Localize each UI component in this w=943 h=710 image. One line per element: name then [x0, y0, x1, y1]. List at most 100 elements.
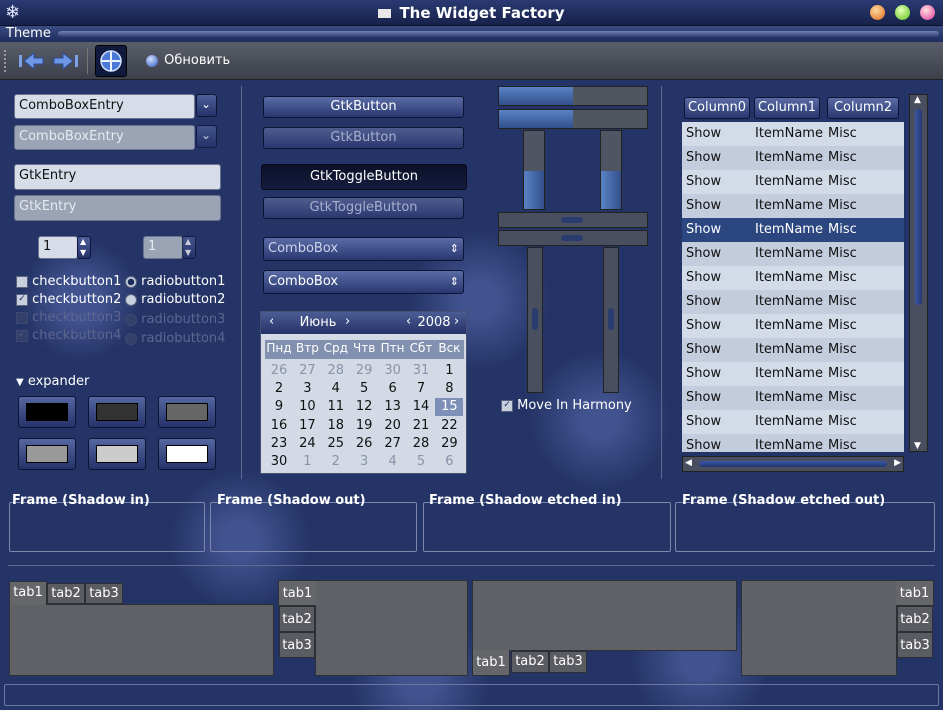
hscrollbar-2-thumb[interactable] [561, 235, 583, 241]
notebook-bottom-tab3[interactable]: tab3 [549, 651, 587, 673]
calendar-day[interactable]: 1 [293, 453, 321, 471]
tree-view[interactable]: Show ItemName Misc Show ItemName Misc Show Item… [682, 122, 904, 452]
calendar-day[interactable]: 29 [435, 435, 463, 453]
column-header-2[interactable]: Column2 [827, 97, 899, 119]
tree-vscrollbar-thumb[interactable] [915, 109, 922, 305]
home-button[interactable] [95, 45, 127, 77]
radiobutton1[interactable]: radiobutton1 [125, 274, 225, 289]
gtk-entry-1[interactable]: GtkEntry [14, 164, 221, 190]
calendar-day[interactable]: 18 [322, 417, 350, 435]
calendar-day[interactable]: 22 [435, 417, 463, 435]
vscrollbar-2-thumb[interactable] [608, 308, 614, 330]
calendar-day[interactable]: 4 [322, 380, 350, 398]
color-button-1[interactable] [18, 396, 76, 428]
calendar-day[interactable]: 3 [350, 453, 378, 471]
tree-row[interactable]: Show ItemName Misc [682, 122, 904, 146]
gtk-toggle-button[interactable]: GtkToggleButton [261, 164, 467, 190]
color-button-2[interactable] [88, 396, 146, 428]
calendar-day[interactable]: 17 [293, 417, 321, 435]
calendar-day[interactable]: 27 [293, 362, 321, 380]
calendar-day[interactable]: 16 [265, 417, 293, 435]
vscale-1[interactable] [523, 130, 545, 210]
calendar-day[interactable]: 25 [322, 435, 350, 453]
notebook-left-tab2[interactable]: tab2 [279, 606, 315, 632]
calendar-day[interactable]: 6 [435, 453, 463, 471]
calendar-day[interactable]: 2 [322, 453, 350, 471]
back-button[interactable] [16, 47, 48, 75]
hscrollbar-2[interactable] [498, 230, 648, 246]
combo-box-1[interactable]: ComboBox ⇕ [263, 237, 464, 261]
hscale-2[interactable] [498, 109, 648, 129]
tree-row[interactable]: Show ItemName Misc [682, 266, 904, 290]
toolbar-grip[interactable] [4, 50, 7, 72]
color-button-4[interactable] [18, 438, 76, 470]
checkbutton2[interactable]: ✓ checkbutton2 [16, 292, 121, 307]
move-in-harmony-check[interactable]: ✓ Move In Harmony [501, 398, 632, 413]
calendar-day[interactable]: 12 [350, 398, 378, 416]
notebook-left-tab1[interactable]: tab1 [278, 580, 316, 606]
calendar-day[interactable]: 11 [322, 398, 350, 416]
calendar-day[interactable]: 1 [435, 362, 463, 380]
tree-row[interactable]: Show ItemName Misc [682, 434, 904, 452]
calendar-day[interactable]: 27 [379, 435, 407, 453]
tree-row[interactable]: Show ItemName Misc [682, 314, 904, 338]
tree-row[interactable]: Show ItemName Misc [682, 218, 904, 242]
vscrollbar-2[interactable] [603, 247, 619, 393]
tree-row[interactable]: Show ItemName Misc [682, 362, 904, 386]
tree-row[interactable]: Show ItemName Misc [682, 290, 904, 314]
calendar-day[interactable]: 2 [265, 380, 293, 398]
calendar-day[interactable]: 26 [265, 362, 293, 380]
scroll-right-icon[interactable]: ▶ [894, 458, 901, 468]
checkbutton1[interactable]: checkbutton1 [16, 274, 121, 289]
vscrollbar-1[interactable] [527, 247, 543, 393]
calendar-day[interactable]: 28 [322, 362, 350, 380]
calendar-day[interactable]: 23 [265, 435, 293, 453]
scroll-up-icon[interactable]: ▲ [914, 95, 921, 105]
menu-theme[interactable]: Theme [6, 26, 51, 41]
tree-hscrollbar[interactable]: ◀ ▶ [682, 456, 904, 472]
scroll-down-icon[interactable]: ▼ [914, 441, 921, 451]
scroll-left-icon[interactable]: ◀ [685, 458, 692, 468]
minimize-button[interactable] [870, 5, 885, 20]
tree-row[interactable]: Show ItemName Misc [682, 242, 904, 266]
color-button-3[interactable] [158, 396, 216, 428]
calendar-day[interactable]: 4 [379, 453, 407, 471]
tree-hscrollbar-thumb[interactable] [699, 461, 887, 467]
calendar-day[interactable]: 13 [379, 398, 407, 416]
prev-month-button[interactable]: ‹ [269, 314, 274, 329]
calendar-day[interactable]: 20 [379, 417, 407, 435]
calendar-day[interactable]: 9 [265, 398, 293, 416]
column-header-0[interactable]: Column0 [684, 97, 750, 119]
calendar-day[interactable]: 7 [407, 380, 435, 398]
notebook-right-tab3[interactable]: tab3 [897, 632, 933, 658]
close-button[interactable] [920, 5, 935, 20]
hscale-1[interactable] [498, 86, 648, 106]
calendar-day[interactable]: 14 [407, 398, 435, 416]
calendar-day[interactable]: 5 [407, 453, 435, 471]
calendar-day[interactable]: 19 [350, 417, 378, 435]
next-year-button[interactable]: › [454, 314, 459, 329]
tree-vscrollbar[interactable]: ▲ ▼ [909, 94, 928, 452]
calendar-day[interactable]: 5 [350, 380, 378, 398]
next-month-button[interactable]: › [345, 314, 350, 329]
expander[interactable]: ▼ expander [16, 374, 89, 389]
calendar-day[interactable]: 3 [293, 380, 321, 398]
notebook-right-tab1[interactable]: tab1 [896, 580, 934, 606]
tree-row[interactable]: Show ItemName Misc [682, 194, 904, 218]
spin-button-1-arrows[interactable]: ▲ ▼ [77, 236, 91, 259]
color-button-5[interactable] [88, 438, 146, 470]
tree-row[interactable]: Show ItemName Misc [682, 410, 904, 434]
hscrollbar-1-thumb[interactable] [561, 217, 583, 223]
notebook-bottom-tab2[interactable]: tab2 [511, 651, 549, 673]
notebook-bottom-tab1[interactable]: tab1 [472, 650, 510, 676]
calendar-day[interactable]: 21 [407, 417, 435, 435]
tree-row[interactable]: Show ItemName Misc [682, 386, 904, 410]
notebook-left-tab3[interactable]: tab3 [279, 632, 315, 658]
calendar-day[interactable]: 30 [379, 362, 407, 380]
calendar-day[interactable]: 15 [435, 398, 464, 417]
color-button-6[interactable] [158, 438, 216, 470]
prev-year-button[interactable]: ‹ [406, 314, 411, 329]
calendar-day[interactable]: 10 [293, 398, 321, 416]
vscale-2[interactable] [600, 130, 622, 210]
combo-box-2[interactable]: ComboBox ⇕ [263, 270, 464, 294]
